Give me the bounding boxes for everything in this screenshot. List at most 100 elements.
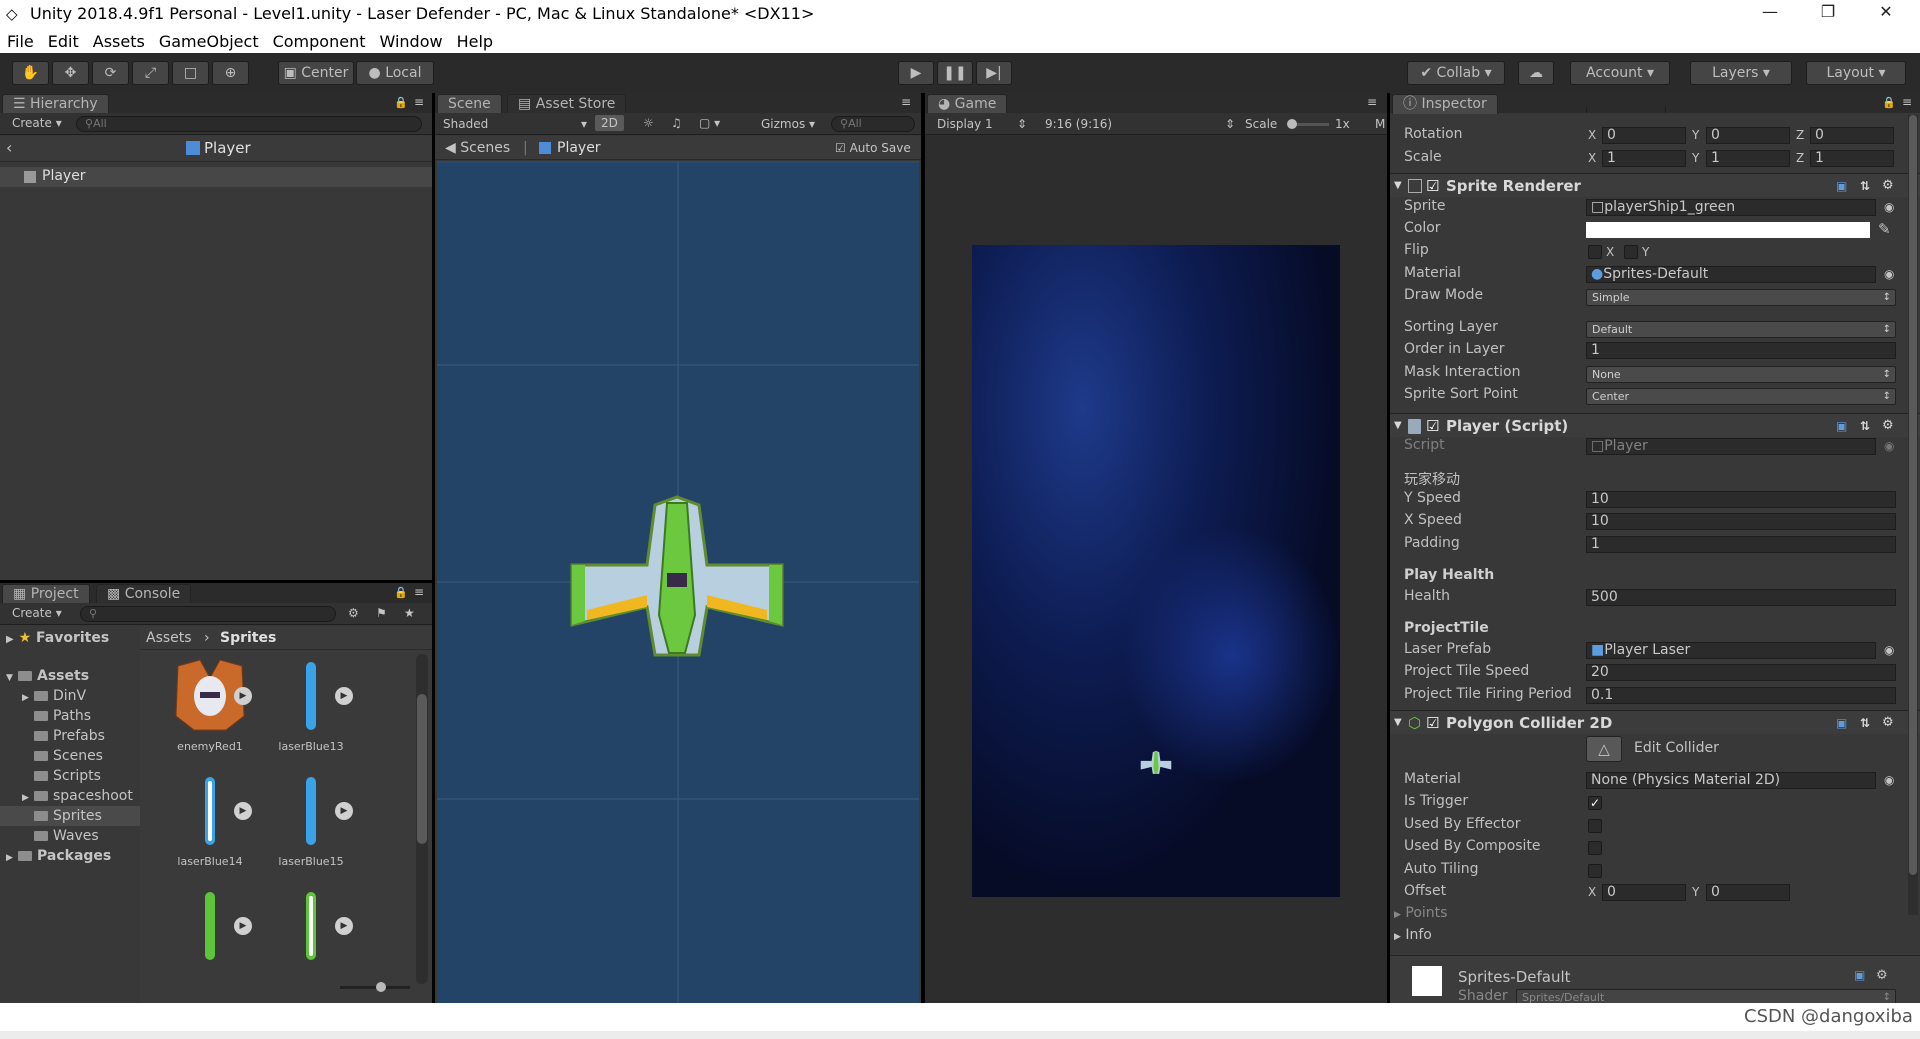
2d-toggle-button[interactable]: 2D (595, 115, 624, 131)
gear-icon[interactable]: ⚙ (1876, 968, 1888, 983)
is-trigger-checkbox[interactable]: ✓ (1588, 796, 1602, 810)
mask-interaction-dropdown[interactable]: None (1586, 366, 1896, 383)
foldout-arrow-icon[interactable]: ▼ (1394, 711, 1402, 735)
menu-window[interactable]: Window (372, 30, 449, 53)
breadcrumb-sprites[interactable]: Sprites (220, 626, 276, 650)
folder-item[interactable]: ▶ DinV (0, 686, 140, 706)
hand-tool-button[interactable]: ✋ (12, 61, 49, 85)
tab-project[interactable]: ▦ Project (2, 584, 90, 604)
help-icon[interactable]: ▣ (1854, 968, 1865, 982)
cloud-button[interactable]: ☁ (1518, 61, 1554, 85)
used-by-composite-checkbox[interactable] (1588, 841, 1602, 855)
rotation-x-field[interactable]: 0 (1602, 127, 1686, 144)
project-search-input[interactable]: ⚲ (80, 606, 336, 622)
filter-label-icon[interactable]: ⚑ (376, 606, 387, 620)
flip-x-checkbox[interactable] (1588, 245, 1602, 259)
layout-dropdown[interactable]: Layout ▾ (1806, 61, 1906, 85)
hierarchy-item-player[interactable]: Player (0, 167, 432, 187)
preset-icon[interactable]: ⇅ (1860, 711, 1870, 735)
physics-material-field[interactable]: None (Physics Material 2D) (1586, 772, 1876, 789)
menu-gameobject[interactable]: GameObject (152, 30, 266, 53)
enabled-checkbox[interactable]: ☑ (1426, 174, 1439, 198)
draw-mode-dropdown[interactable]: Simple (1586, 289, 1896, 306)
points-foldout[interactable]: ▶ Points (1394, 905, 1447, 921)
sprite-field[interactable]: □playerShip1_green (1586, 199, 1876, 216)
help-icon[interactable]: ▣ (1836, 711, 1847, 735)
panel-menu-icon[interactable]: ≡ (901, 95, 911, 109)
asset-tile[interactable]: ▶ (241, 886, 353, 996)
sprite-sort-point-dropdown[interactable]: Center (1586, 388, 1896, 405)
effects-icon[interactable]: ▢ ▾ (699, 116, 720, 130)
scale-slider[interactable] (1287, 119, 1329, 129)
offset-y-field[interactable]: 0 (1706, 884, 1790, 901)
info-foldout[interactable]: ▶ Info (1394, 927, 1432, 943)
auto-tiling-checkbox[interactable] (1588, 864, 1602, 878)
object-picker-icon[interactable]: ◉ (1884, 200, 1894, 214)
menu-component[interactable]: Component (266, 30, 373, 53)
lock-icon[interactable]: 🔒 (394, 96, 408, 109)
play-preview-icon[interactable]: ▶ (335, 917, 353, 935)
filter-type-icon[interactable]: ⚙ (348, 606, 359, 620)
polygon-collider-header[interactable]: ▼ ⬡ ☑ Polygon Collider 2D ▣ ⇅ ⚙ (1390, 710, 1920, 734)
auto-save-toggle[interactable]: ☑ Auto Save (835, 136, 911, 160)
lock-icon[interactable]: 🔒 (394, 586, 408, 599)
scale-z-field[interactable]: 1 (1810, 150, 1894, 167)
minimize-button[interactable]: — (1750, 2, 1790, 21)
breadcrumb-player[interactable]: Player (204, 139, 251, 157)
back-arrow-icon[interactable]: ‹ (6, 138, 12, 157)
scale-tool-button[interactable]: ⤢ (132, 61, 169, 85)
tab-game[interactable]: ◕ Game (927, 94, 1008, 114)
laser-prefab-field[interactable]: ■Player Laser (1586, 642, 1876, 659)
preset-icon[interactable]: ⇅ (1860, 414, 1870, 438)
audio-icon[interactable]: ♫ (671, 116, 682, 130)
favorite-star-icon[interactable]: ★ (404, 606, 415, 620)
y-speed-field[interactable]: 10 (1586, 491, 1896, 508)
foldout-arrow-icon[interactable]: ▼ (1394, 174, 1402, 198)
eyedropper-icon[interactable]: ✎ (1878, 220, 1891, 238)
tab-scene[interactable]: Scene (437, 94, 502, 114)
preset-icon[interactable]: ⇅ (1860, 174, 1870, 198)
player-script-header[interactable]: ▼ ☑ Player (Script) ▣ ⇅ ⚙ (1390, 413, 1920, 437)
shader-dropdown[interactable]: Sprites/Default (1516, 989, 1896, 1003)
inspector-scrollbar[interactable] (1908, 115, 1918, 915)
asset-tile[interactable]: ▶ laserBlue14 (140, 771, 252, 881)
asset-tile[interactable]: ▶ enemyRed1 (140, 656, 252, 766)
folder-item[interactable]: Paths (0, 706, 140, 726)
firing-period-field[interactable]: 0.1 (1586, 687, 1896, 704)
scene-viewport[interactable] (437, 161, 919, 1003)
enabled-checkbox[interactable]: ☑ (1426, 414, 1439, 438)
asset-tile[interactable]: ▶ laserBlue15 (241, 771, 353, 881)
collab-dropdown[interactable]: ✔ Collab ▾ (1407, 61, 1505, 85)
menu-help[interactable]: Help (450, 30, 500, 53)
order-in-layer-field[interactable]: 1 (1586, 342, 1896, 359)
edit-collider-button[interactable]: △ (1586, 736, 1622, 762)
rotation-z-field[interactable]: 0 (1810, 127, 1894, 144)
folder-item[interactable]: Scripts (0, 766, 140, 786)
foldout-arrow-icon[interactable]: ▶ (6, 848, 18, 868)
panel-menu-icon[interactable]: ≡ (1367, 95, 1377, 109)
tab-hierarchy[interactable]: ☰ Hierarchy (2, 94, 109, 114)
hierarchy-search-input[interactable]: ⚲All (76, 116, 422, 132)
transform-tool-button[interactable]: ⊕ (212, 61, 249, 85)
project-create-button[interactable]: Create ▾ (12, 606, 62, 620)
panel-menu-icon[interactable]: ≡ (414, 95, 424, 109)
color-swatch[interactable] (1586, 222, 1870, 238)
move-tool-button[interactable]: ✥ (52, 61, 89, 85)
scene-search-input[interactable]: ⚲All (831, 116, 915, 132)
pause-button[interactable]: ❚❚ (937, 61, 973, 85)
flip-y-checkbox[interactable] (1624, 245, 1638, 259)
aspect-dropdown[interactable]: 9:16 (9:16) ⇕ (1045, 117, 1235, 131)
folder-item[interactable]: Sprites (0, 806, 140, 826)
pivot-local-button[interactable]: ● Local (356, 61, 434, 85)
health-field[interactable]: 500 (1586, 589, 1896, 606)
projectile-speed-field[interactable]: 20 (1586, 664, 1896, 681)
scrollbar-thumb[interactable] (1909, 115, 1917, 875)
tab-asset-store[interactable]: ▤ Asset Store (507, 94, 627, 114)
account-dropdown[interactable]: Account ▾ (1570, 61, 1670, 85)
folder-item[interactable]: Prefabs (0, 726, 140, 746)
help-icon[interactable]: ▣ (1836, 174, 1847, 198)
pivot-center-button[interactable]: ▣ Center (278, 61, 354, 85)
slider-thumb[interactable] (1287, 119, 1297, 129)
foldout-arrow-icon[interactable]: ▼ (6, 668, 18, 688)
step-button[interactable]: ▶| (976, 61, 1012, 85)
